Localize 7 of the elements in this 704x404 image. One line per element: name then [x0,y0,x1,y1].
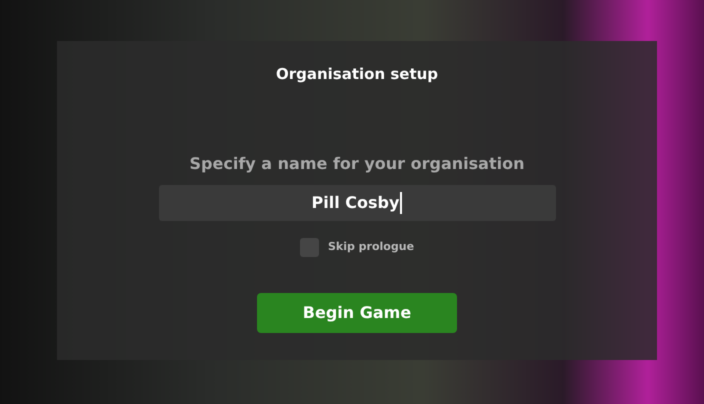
begin-game-button[interactable]: Begin Game [257,292,457,332]
field-value: Pill Cosby [312,192,400,214]
checkbox-label: Skip prologue [328,238,414,255]
skip-prologue-checkbox[interactable] [300,238,319,256]
name-input-field[interactable]: Pill Cosby [158,184,556,220]
prompt-text: Specify a name for your organisation [190,152,524,174]
dialog-title: Organisation setup [276,64,438,85]
